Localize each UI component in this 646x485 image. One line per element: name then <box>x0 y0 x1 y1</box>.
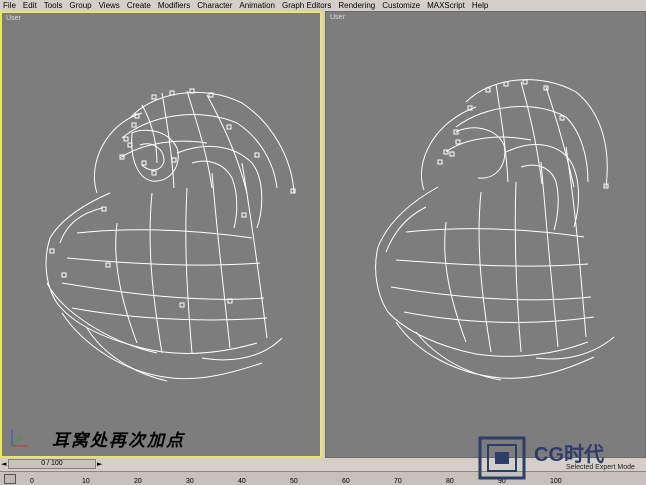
time-slider[interactable]: 0 / 100 <box>8 459 96 469</box>
timeline-tick-label: 20 <box>134 478 142 485</box>
logo-name: CG时代 <box>534 444 604 466</box>
wireframe-mesh-left <box>45 88 296 382</box>
menu-item-views[interactable]: Views <box>96 0 124 11</box>
menu-bar: File Edit Tools Group Views Create Modifiers Ch… <box>0 0 646 11</box>
timeline-tick-label: 50 <box>290 478 298 485</box>
menu-item-rendering[interactable]: Rendering <box>335 0 379 11</box>
menu-item-create[interactable]: Create <box>124 0 155 11</box>
logo-subtitle: Selected Expert Mode <box>566 464 635 471</box>
menu-item-group[interactable]: Group <box>66 0 95 11</box>
menu-item-graph-editors[interactable]: Graph Editors <box>279 0 335 11</box>
timeline-tick-label: 30 <box>186 478 194 485</box>
menu-item-tools[interactable]: Tools <box>41 0 67 11</box>
menu-item-animation[interactable]: Animation <box>236 0 279 11</box>
menu-item-edit[interactable]: Edit <box>20 0 41 11</box>
viewport-right[interactable]: User <box>325 11 646 458</box>
timeline-tick-label: 10 <box>82 478 90 485</box>
timeline-tick-label: 70 <box>394 478 402 485</box>
timeline-tick-label: 40 <box>238 478 246 485</box>
menu-item-help[interactable]: Help <box>469 0 492 11</box>
caption-text: 耳窝处再次加点 <box>52 431 185 451</box>
menu-item-file[interactable]: File <box>0 0 20 11</box>
slider-left-arrow-icon[interactable]: ◄ <box>1 459 8 469</box>
axis-tripod-icon <box>11 430 28 447</box>
menu-item-character[interactable]: Character <box>194 0 236 11</box>
timeline-tick-label: 60 <box>342 478 350 485</box>
viewport-left[interactable]: User 耳窝处再次加点 <box>0 11 322 458</box>
track-bar-icon[interactable] <box>4 474 16 484</box>
menu-item-customize[interactable]: Customize <box>379 0 424 11</box>
menu-item-maxscript[interactable]: MAXScript <box>424 0 469 11</box>
timeline-tick-label: 80 <box>446 478 454 485</box>
wireframe-mesh-right <box>375 79 615 381</box>
timeline-tick-label: 0 <box>30 478 34 485</box>
menu-item-modifiers[interactable]: Modifiers <box>155 0 194 11</box>
slider-right-arrow-icon[interactable]: ► <box>97 459 104 469</box>
